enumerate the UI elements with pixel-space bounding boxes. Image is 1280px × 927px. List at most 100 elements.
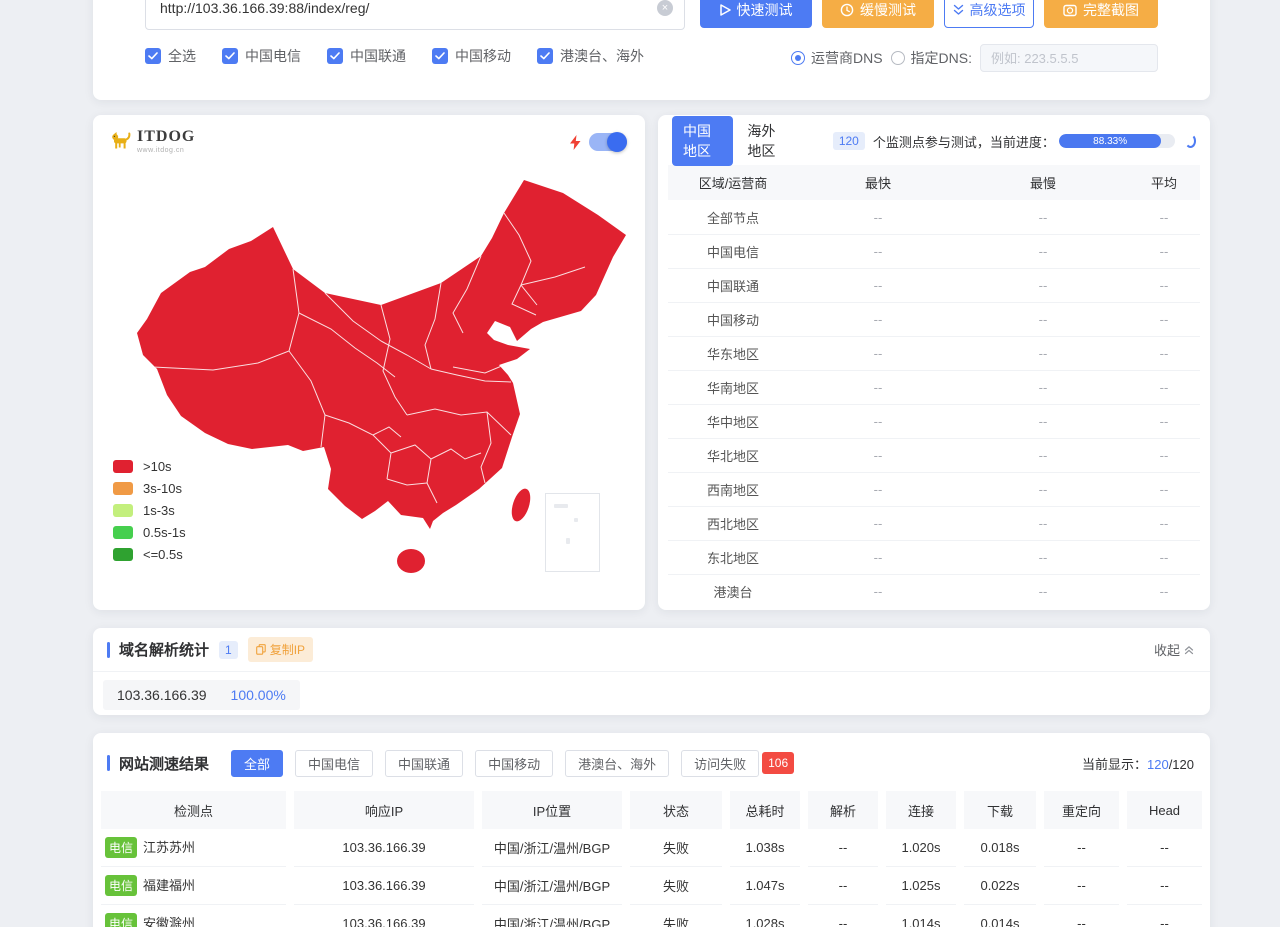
region-head: 中国地区 海外地区 120 个监测点参与测试，当前进度： 88.33%	[672, 126, 1196, 156]
region-table-row: 西南地区------	[668, 472, 1200, 506]
full-screenshot-button[interactable]: 完整截图	[1044, 0, 1158, 28]
dns-stats-body: 103.36.166.39 100.00%	[93, 672, 1210, 718]
carrier-badge: 电信	[105, 875, 137, 896]
checkmark-icon	[148, 52, 158, 60]
realtime-toggle[interactable]	[570, 133, 627, 151]
region-name: 华中地区	[668, 404, 798, 438]
checkbox-label: 中国移动	[455, 46, 511, 66]
quick-test-button[interactable]: 快速测试	[700, 0, 812, 28]
checkbox-item-2[interactable]: 中国联通	[327, 46, 406, 66]
results-head: 网站测速结果 全部中国电信中国联通中国移动港澳台、海外访问失败106 当前显示：…	[93, 741, 1210, 785]
region-value: --	[958, 336, 1128, 370]
slow-test-button[interactable]: 缓慢测试	[822, 0, 934, 28]
results-title: 网站测速结果	[119, 753, 209, 774]
node-cell: 电信福建福州	[101, 867, 286, 905]
region-table-header-row: 区域/运营商最快最慢平均	[668, 165, 1200, 200]
region-value: --	[958, 472, 1128, 506]
region-table-row: 华北地区------	[668, 438, 1200, 472]
filter-button-4[interactable]: 港澳台、海外	[565, 750, 669, 777]
results-col-header: 状态	[630, 791, 722, 829]
full-screenshot-label: 完整截图	[1083, 0, 1139, 20]
results-col-header: 下载	[964, 791, 1036, 829]
region-value: --	[958, 370, 1128, 404]
toggle-switch[interactable]	[589, 133, 627, 151]
cell-total: 1.038s	[730, 829, 800, 867]
tab-overseas-region[interactable]: 海外地区	[747, 121, 786, 161]
checkbox-item-3[interactable]: 中国移动	[432, 46, 511, 66]
resolved-ip: 103.36.166.39	[117, 687, 207, 703]
node-name: 江苏苏州	[143, 840, 195, 855]
cell-head: --	[1127, 867, 1202, 905]
double-chevron-down-icon	[953, 4, 964, 16]
checkbox-checked-icon	[145, 48, 161, 64]
legend-swatch	[113, 504, 133, 517]
monitor-count-badge: 120	[833, 132, 865, 150]
region-value: --	[798, 540, 958, 574]
legend-item-3: 0.5s-1s	[113, 521, 186, 543]
legend-label: >10s	[143, 459, 172, 474]
filter-all[interactable]: 全部	[231, 750, 283, 777]
dns-stats-title: 域名解析统计	[119, 639, 209, 660]
region-value: --	[958, 574, 1128, 608]
resolved-percent: 100.00%	[231, 687, 286, 703]
filter-button-5[interactable]: 访问失败	[681, 750, 759, 777]
checkmark-icon	[330, 52, 340, 60]
checkbox-item-1[interactable]: 中国电信	[222, 46, 301, 66]
collapse-button[interactable]: 收起	[1154, 640, 1194, 659]
region-name: 港澳台	[668, 574, 798, 608]
checkbox-item-4[interactable]: 港澳台、海外	[537, 46, 644, 66]
inset-speck	[574, 518, 578, 522]
url-input[interactable]	[145, 0, 685, 30]
filter-button-2[interactable]: 中国联通	[385, 750, 463, 777]
quick-test-label: 快速测试	[737, 0, 793, 20]
radio-checked-icon	[791, 51, 805, 65]
clear-input-icon[interactable]: ×	[657, 0, 673, 16]
region-table: 区域/运营商最快最慢平均 全部节点------中国电信------中国联通---…	[668, 165, 1200, 608]
custom-dns-input[interactable]	[980, 44, 1158, 72]
progress-bar: 88.33%	[1059, 134, 1175, 148]
cell-redirect: --	[1044, 829, 1119, 867]
region-table-row: 华东地区------	[668, 336, 1200, 370]
toggle-knob	[607, 132, 627, 152]
search-panel: × 快速测试 缓慢测试 高级选项 完整截图 全选 中国电信 中国联通 中国移动 港澳台、…	[93, 0, 1210, 100]
checkmark-icon	[540, 52, 550, 60]
filter-button-1[interactable]: 中国电信	[295, 750, 373, 777]
display-count-total: /120	[1169, 757, 1194, 772]
filter-button-3[interactable]: 中国移动	[475, 750, 553, 777]
copy-ip-button[interactable]: 复制IP	[248, 637, 313, 662]
cell-resolve: --	[808, 829, 878, 867]
advanced-options-button[interactable]: 高级选项	[944, 0, 1034, 28]
checkbox-item-0[interactable]: 全选	[145, 46, 196, 66]
cell-total: 1.047s	[730, 867, 800, 905]
region-value: --	[958, 438, 1128, 472]
region-name: 中国电信	[668, 234, 798, 268]
inset-speck	[566, 538, 570, 544]
region-value: --	[1128, 540, 1200, 574]
display-count-value: 120	[1147, 757, 1169, 772]
copy-icon	[256, 644, 266, 655]
region-value: --	[1128, 268, 1200, 302]
carrier-badge: 电信	[105, 913, 137, 927]
camera-icon	[1063, 3, 1077, 17]
results-col-header: 解析	[808, 791, 878, 829]
taiwan-island	[508, 486, 534, 523]
legend-swatch	[113, 482, 133, 495]
cell-redirect: --	[1044, 867, 1119, 905]
custom-dns-radio[interactable]: 指定DNS:	[891, 48, 972, 68]
node-name: 安徽滁州	[143, 916, 195, 927]
region-value: --	[798, 404, 958, 438]
carrier-dns-radio[interactable]: 运营商DNS	[791, 48, 883, 68]
display-count: 当前显示：120/120	[1082, 754, 1194, 773]
custom-dns-label: 指定DNS:	[911, 48, 972, 68]
tab-china-region[interactable]: 中国地区	[672, 116, 733, 166]
region-name: 中国联通	[668, 268, 798, 302]
region-value: --	[958, 234, 1128, 268]
region-value: --	[798, 200, 958, 234]
region-value: --	[798, 370, 958, 404]
region-value: --	[1128, 472, 1200, 506]
cell-status: 失败	[630, 905, 722, 927]
region-value: --	[958, 404, 1128, 438]
region-value: --	[798, 472, 958, 506]
advanced-options-label: 高级选项	[970, 0, 1026, 20]
play-icon	[720, 4, 731, 16]
